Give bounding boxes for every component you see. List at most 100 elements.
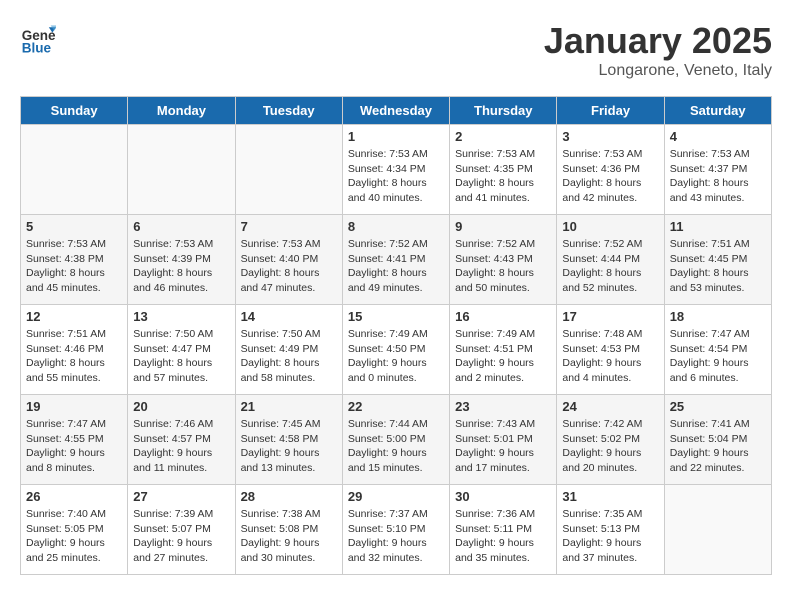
calendar: SundayMondayTuesdayWednesdayThursdayFrid… [20,96,772,575]
calendar-cell [128,125,235,215]
day-number: 19 [26,399,122,414]
day-number: 17 [562,309,658,324]
calendar-cell: 4 Sunrise: 7:53 AM Sunset: 4:37 PM Daylig… [664,125,771,215]
day-info: Sunrise: 7:41 AM Sunset: 5:04 PM Dayligh… [670,417,766,476]
day-info: Sunrise: 7:38 AM Sunset: 5:08 PM Dayligh… [241,507,337,566]
calendar-cell: 28 Sunrise: 7:38 AM Sunset: 5:08 PM Dayli… [235,485,342,575]
week-row-4: 19 Sunrise: 7:47 AM Sunset: 4:55 PM Dayli… [21,395,772,485]
calendar-cell: 19 Sunrise: 7:47 AM Sunset: 4:55 PM Dayli… [21,395,128,485]
svg-text:Blue: Blue [22,40,52,55]
calendar-cell: 20 Sunrise: 7:46 AM Sunset: 4:57 PM Dayli… [128,395,235,485]
title-area: January 2025 Longarone, Veneto, Italy [544,20,772,80]
calendar-cell: 3 Sunrise: 7:53 AM Sunset: 4:36 PM Daylig… [557,125,664,215]
day-info: Sunrise: 7:53 AM Sunset: 4:36 PM Dayligh… [562,147,658,206]
day-info: Sunrise: 7:48 AM Sunset: 4:53 PM Dayligh… [562,327,658,386]
month-title: January 2025 [544,20,772,62]
day-number: 20 [133,399,229,414]
day-info: Sunrise: 7:47 AM Sunset: 4:54 PM Dayligh… [670,327,766,386]
day-number: 11 [670,219,766,234]
day-number: 9 [455,219,551,234]
weekday-header-friday: Friday [557,97,664,125]
calendar-cell [21,125,128,215]
calendar-cell [235,125,342,215]
day-number: 6 [133,219,229,234]
calendar-cell: 22Sunrise: 7:44 AM Sunset: 5:00 PM Dayli… [342,395,449,485]
day-info: Sunrise: 7:52 AM Sunset: 4:44 PM Dayligh… [562,237,658,296]
calendar-cell: 21 Sunrise: 7:45 AM Sunset: 4:58 PM Dayli… [235,395,342,485]
day-info: Sunrise: 7:36 AM Sunset: 5:11 PM Dayligh… [455,507,551,566]
calendar-cell: 27 Sunrise: 7:39 AM Sunset: 5:07 PM Dayli… [128,485,235,575]
day-info: Sunrise: 7:53 AM Sunset: 4:37 PM Dayligh… [670,147,766,206]
week-row-3: 12 Sunrise: 7:51 AM Sunset: 4:46 PM Dayli… [21,305,772,395]
logo-icon: General Blue [20,20,56,56]
week-row-5: 26Sunrise: 7:40 AM Sunset: 5:05 PM Dayli… [21,485,772,575]
day-info: Sunrise: 7:46 AM Sunset: 4:57 PM Dayligh… [133,417,229,476]
calendar-cell: 1 Sunrise: 7:53 AM Sunset: 4:34 PM Daylig… [342,125,449,215]
day-info: Sunrise: 7:39 AM Sunset: 5:07 PM Dayligh… [133,507,229,566]
day-number: 1 [348,129,444,144]
calendar-cell: 2Sunrise: 7:53 AM Sunset: 4:35 PM Daylig… [450,125,557,215]
day-info: Sunrise: 7:49 AM Sunset: 4:51 PM Dayligh… [455,327,551,386]
calendar-cell: 9 Sunrise: 7:52 AM Sunset: 4:43 PM Daylig… [450,215,557,305]
calendar-cell: 31 Sunrise: 7:35 AM Sunset: 5:13 PM Dayli… [557,485,664,575]
day-info: Sunrise: 7:53 AM Sunset: 4:39 PM Dayligh… [133,237,229,296]
day-number: 16 [455,309,551,324]
day-info: Sunrise: 7:53 AM Sunset: 4:38 PM Dayligh… [26,237,122,296]
day-info: Sunrise: 7:53 AM Sunset: 4:34 PM Dayligh… [348,147,444,206]
day-info: Sunrise: 7:52 AM Sunset: 4:43 PM Dayligh… [455,237,551,296]
day-number: 30 [455,489,551,504]
calendar-cell: 6 Sunrise: 7:53 AM Sunset: 4:39 PM Daylig… [128,215,235,305]
calendar-cell: 8Sunrise: 7:52 AM Sunset: 4:41 PM Daylig… [342,215,449,305]
day-info: Sunrise: 7:35 AM Sunset: 5:13 PM Dayligh… [562,507,658,566]
weekday-header-monday: Monday [128,97,235,125]
calendar-cell: 29 Sunrise: 7:37 AM Sunset: 5:10 PM Dayli… [342,485,449,575]
day-info: Sunrise: 7:50 AM Sunset: 4:49 PM Dayligh… [241,327,337,386]
day-info: Sunrise: 7:43 AM Sunset: 5:01 PM Dayligh… [455,417,551,476]
weekday-header-tuesday: Tuesday [235,97,342,125]
day-number: 21 [241,399,337,414]
day-info: Sunrise: 7:45 AM Sunset: 4:58 PM Dayligh… [241,417,337,476]
weekday-header-thursday: Thursday [450,97,557,125]
calendar-cell: 26Sunrise: 7:40 AM Sunset: 5:05 PM Dayli… [21,485,128,575]
day-number: 3 [562,129,658,144]
weekday-header-wednesday: Wednesday [342,97,449,125]
calendar-cell: 30 Sunrise: 7:36 AM Sunset: 5:11 PM Dayli… [450,485,557,575]
day-number: 31 [562,489,658,504]
calendar-cell: 7 Sunrise: 7:53 AM Sunset: 4:40 PM Daylig… [235,215,342,305]
day-info: Sunrise: 7:42 AM Sunset: 5:02 PM Dayligh… [562,417,658,476]
weekday-header-row: SundayMondayTuesdayWednesdayThursdayFrid… [21,97,772,125]
day-number: 23 [455,399,551,414]
day-info: Sunrise: 7:49 AM Sunset: 4:50 PM Dayligh… [348,327,444,386]
day-number: 10 [562,219,658,234]
day-number: 29 [348,489,444,504]
calendar-cell: 11 Sunrise: 7:51 AM Sunset: 4:45 PM Dayli… [664,215,771,305]
calendar-cell: 16 Sunrise: 7:49 AM Sunset: 4:51 PM Dayli… [450,305,557,395]
calendar-cell: 5Sunrise: 7:53 AM Sunset: 4:38 PM Daylig… [21,215,128,305]
day-number: 27 [133,489,229,504]
day-info: Sunrise: 7:53 AM Sunset: 4:40 PM Dayligh… [241,237,337,296]
calendar-cell: 24 Sunrise: 7:42 AM Sunset: 5:02 PM Dayli… [557,395,664,485]
day-info: Sunrise: 7:47 AM Sunset: 4:55 PM Dayligh… [26,417,122,476]
day-number: 25 [670,399,766,414]
location-title: Longarone, Veneto, Italy [544,62,772,80]
day-number: 12 [26,309,122,324]
day-number: 24 [562,399,658,414]
header: General Blue January 2025 Longarone, Ven… [20,20,772,80]
day-info: Sunrise: 7:51 AM Sunset: 4:46 PM Dayligh… [26,327,122,386]
calendar-cell: 10 Sunrise: 7:52 AM Sunset: 4:44 PM Dayli… [557,215,664,305]
calendar-cell: 17 Sunrise: 7:48 AM Sunset: 4:53 PM Dayli… [557,305,664,395]
day-number: 7 [241,219,337,234]
day-info: Sunrise: 7:51 AM Sunset: 4:45 PM Dayligh… [670,237,766,296]
calendar-cell: 14 Sunrise: 7:50 AM Sunset: 4:49 PM Dayli… [235,305,342,395]
day-number: 28 [241,489,337,504]
logo: General Blue [20,20,56,56]
day-number: 13 [133,309,229,324]
day-info: Sunrise: 7:50 AM Sunset: 4:47 PM Dayligh… [133,327,229,386]
day-number: 26 [26,489,122,504]
day-number: 8 [348,219,444,234]
day-info: Sunrise: 7:37 AM Sunset: 5:10 PM Dayligh… [348,507,444,566]
day-number: 4 [670,129,766,144]
calendar-cell: 23 Sunrise: 7:43 AM Sunset: 5:01 PM Dayli… [450,395,557,485]
day-number: 14 [241,309,337,324]
week-row-1: 1 Sunrise: 7:53 AM Sunset: 4:34 PM Daylig… [21,125,772,215]
